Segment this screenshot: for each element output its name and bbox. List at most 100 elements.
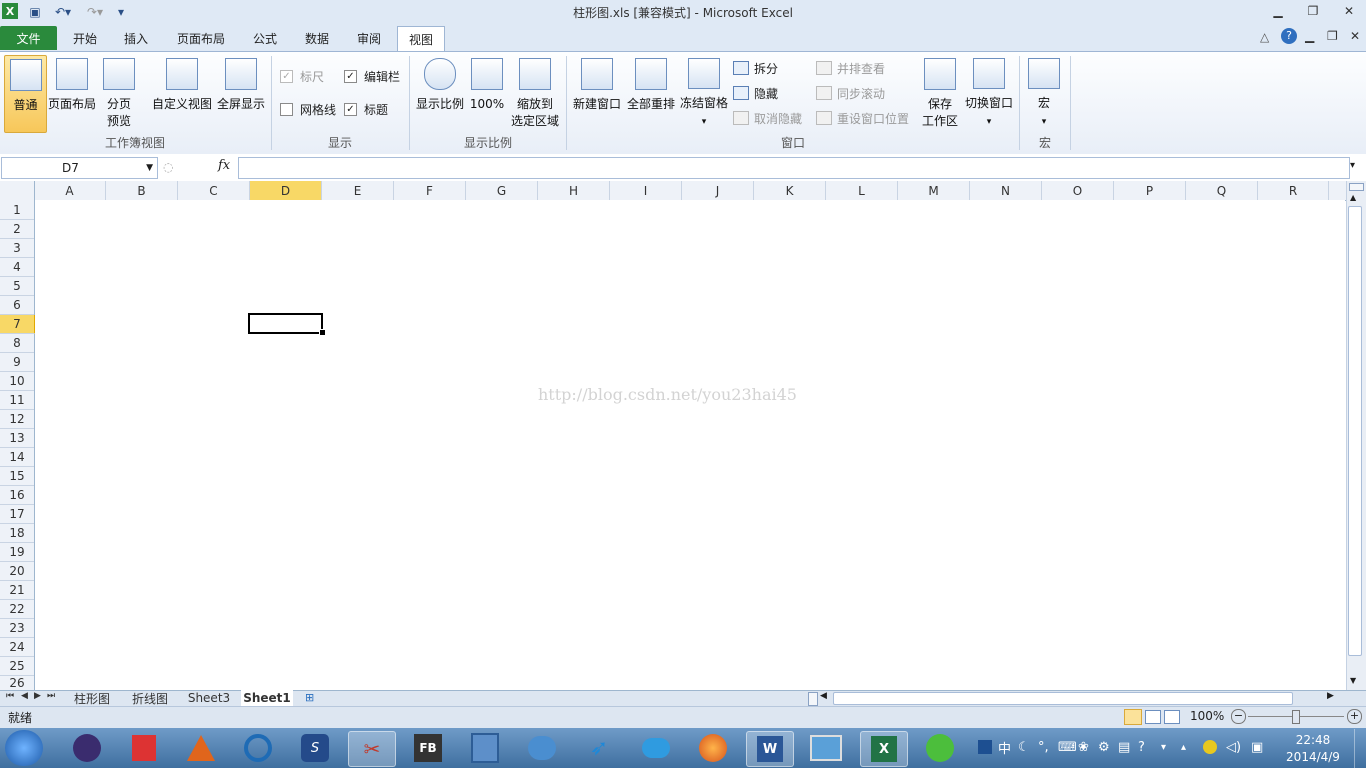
row-header[interactable]: 6 bbox=[0, 296, 34, 315]
prev-sheet-icon[interactable]: ◀ bbox=[21, 691, 28, 701]
normal-view-button[interactable]: 普通 bbox=[4, 55, 47, 133]
keyboard-icon[interactable]: ⌨ bbox=[1058, 737, 1077, 757]
fullscreen-button[interactable]: 全屏显示 bbox=[216, 55, 266, 131]
settings-gear-icon[interactable] bbox=[235, 731, 281, 765]
clock[interactable]: 22:48 2014/4/9 bbox=[1283, 732, 1343, 766]
next-sheet-icon[interactable]: ▶ bbox=[34, 691, 41, 701]
scroll-left-icon[interactable]: ◀ bbox=[820, 691, 827, 701]
zoom-slider-thumb[interactable] bbox=[1292, 710, 1300, 724]
row-header[interactable]: 8 bbox=[0, 334, 34, 353]
insert-function-icon[interactable]: fx bbox=[218, 158, 230, 173]
expand-formula-bar-icon[interactable]: ▾ bbox=[1350, 160, 1355, 171]
tray-expand-icon[interactable]: ▴ bbox=[1181, 737, 1186, 757]
show-desktop-button[interactable] bbox=[1354, 729, 1366, 768]
volume-icon[interactable]: ◁) bbox=[1226, 737, 1241, 757]
freeze-panes-button[interactable]: 冻结窗格 ▾ bbox=[678, 55, 730, 131]
tab-home[interactable]: 开始 bbox=[63, 26, 107, 50]
wb-close-icon[interactable]: ✕ bbox=[1350, 29, 1360, 43]
ime-chinese-icon[interactable]: 中 bbox=[998, 737, 1011, 757]
column-header[interactable]: M bbox=[898, 181, 970, 200]
row-header[interactable]: 13 bbox=[0, 429, 34, 448]
unhide-button[interactable]: 取消隐藏 bbox=[733, 109, 802, 127]
chat-bubble-icon[interactable] bbox=[519, 731, 565, 765]
column-header[interactable]: N bbox=[970, 181, 1042, 200]
tab-formulas[interactable]: 公式 bbox=[243, 26, 287, 50]
chevron-down-icon[interactable]: ▼ bbox=[146, 163, 153, 173]
row-header[interactable]: 23 bbox=[0, 619, 34, 638]
view-side-by-side-button[interactable]: 并排查看 bbox=[816, 59, 885, 77]
row-header[interactable]: 18 bbox=[0, 524, 34, 543]
zoom-button[interactable]: 显示比例 bbox=[414, 55, 466, 131]
ribbon-minimize-icon[interactable]: △ bbox=[1260, 30, 1269, 44]
name-box[interactable]: D7 ▼ bbox=[1, 157, 158, 179]
network-icon[interactable]: ▣ bbox=[1251, 737, 1263, 757]
row-header[interactable]: 16 bbox=[0, 486, 34, 505]
wb-minimize-icon[interactable]: ▁ bbox=[1305, 29, 1314, 43]
column-header[interactable]: P bbox=[1114, 181, 1186, 200]
row-header[interactable]: 26 bbox=[0, 676, 34, 690]
column-header[interactable]: E bbox=[322, 181, 394, 200]
sync-scroll-button[interactable]: 同步滚动 bbox=[816, 84, 885, 102]
column-header[interactable]: A bbox=[34, 181, 106, 200]
ime-punct-icon[interactable]: °, bbox=[1038, 737, 1049, 757]
column-header[interactable]: C bbox=[178, 181, 250, 200]
tab-page-layout[interactable]: 页面布局 bbox=[168, 26, 234, 50]
macros-button[interactable]: 宏 ▾ bbox=[1026, 55, 1062, 131]
firefox-icon[interactable] bbox=[690, 731, 736, 765]
scroll-down-icon[interactable]: ▼ bbox=[1350, 676, 1356, 685]
wb-restore-icon[interactable]: ❐ bbox=[1327, 29, 1338, 43]
page-layout-view-button[interactable]: 页面布局 bbox=[47, 55, 97, 131]
active-cell-d7[interactable] bbox=[248, 313, 323, 334]
column-header[interactable]: B bbox=[106, 181, 178, 200]
bird-app-icon[interactable]: ➶ bbox=[576, 731, 622, 765]
column-header[interactable]: O bbox=[1042, 181, 1114, 200]
ruler-checkbox[interactable]: ✓ 标尺 bbox=[280, 67, 324, 85]
last-sheet-icon[interactable]: ⏭ bbox=[47, 691, 55, 701]
sheet-tab-active[interactable]: Sheet1 bbox=[241, 690, 293, 706]
sheet-tab[interactable]: Sheet3 bbox=[183, 690, 235, 706]
ime-m-icon[interactable] bbox=[978, 737, 992, 757]
help-icon[interactable]: ? bbox=[1281, 28, 1297, 44]
tab-insert[interactable]: 插入 bbox=[114, 26, 158, 50]
column-header[interactable]: H bbox=[538, 181, 610, 200]
photo-viewer-icon[interactable] bbox=[803, 731, 849, 765]
row-header[interactable]: 12 bbox=[0, 410, 34, 429]
row-header[interactable]: 15 bbox=[0, 467, 34, 486]
row-header[interactable]: 9 bbox=[0, 353, 34, 372]
tab-data[interactable]: 数据 bbox=[295, 26, 339, 50]
ime-options-icon[interactable]: ▾ bbox=[1161, 737, 1166, 757]
column-header[interactable]: I bbox=[610, 181, 682, 200]
custom-views-button[interactable]: 自定义视图 bbox=[150, 55, 214, 131]
insert-sheet-icon[interactable]: ⊞ bbox=[305, 691, 314, 704]
matlab-icon[interactable] bbox=[178, 731, 224, 765]
word-icon[interactable]: W bbox=[746, 731, 794, 767]
zoom-to-selection-button[interactable]: 缩放到 选定区域 bbox=[508, 55, 562, 131]
page-break-preview-button[interactable]: 分页 预览 bbox=[100, 55, 138, 131]
new-window-button[interactable]: 新建窗口 bbox=[571, 55, 623, 131]
reset-window-position-button[interactable]: 重设窗口位置 bbox=[816, 109, 909, 127]
row-header[interactable]: 17 bbox=[0, 505, 34, 524]
restore-icon[interactable]: ❐ bbox=[1300, 2, 1326, 20]
ime-help-icon[interactable]: ? bbox=[1138, 737, 1145, 757]
cell-grid[interactable] bbox=[35, 200, 1345, 690]
row-header[interactable]: 25 bbox=[0, 657, 34, 676]
excel-taskbar-icon[interactable]: X bbox=[860, 731, 908, 767]
column-header[interactable]: K bbox=[754, 181, 826, 200]
flash-builder-icon[interactable]: FB bbox=[405, 731, 451, 765]
column-header[interactable]: F bbox=[394, 181, 466, 200]
ime-skin-icon[interactable]: ❀ bbox=[1078, 737, 1089, 757]
page-break-status-icon[interactable] bbox=[1164, 710, 1180, 724]
formula-bar-handle-icon[interactable]: ◌ bbox=[163, 160, 173, 174]
ime-tools-icon[interactable]: ⚙ bbox=[1098, 737, 1110, 757]
arrange-all-button[interactable]: 全部重排 bbox=[625, 55, 677, 131]
first-sheet-icon[interactable]: ⏮ bbox=[6, 691, 14, 701]
row-header[interactable]: 2 bbox=[0, 220, 34, 239]
start-button[interactable] bbox=[5, 730, 43, 766]
tab-review[interactable]: 审阅 bbox=[347, 26, 391, 50]
row-header[interactable]: 10 bbox=[0, 372, 34, 391]
row-header[interactable]: 20 bbox=[0, 562, 34, 581]
row-header[interactable]: 14 bbox=[0, 448, 34, 467]
ime-moon-icon[interactable]: ☾ bbox=[1018, 737, 1030, 757]
notepad-plus-icon[interactable] bbox=[121, 731, 167, 765]
close-icon[interactable]: ✕ bbox=[1336, 2, 1362, 20]
